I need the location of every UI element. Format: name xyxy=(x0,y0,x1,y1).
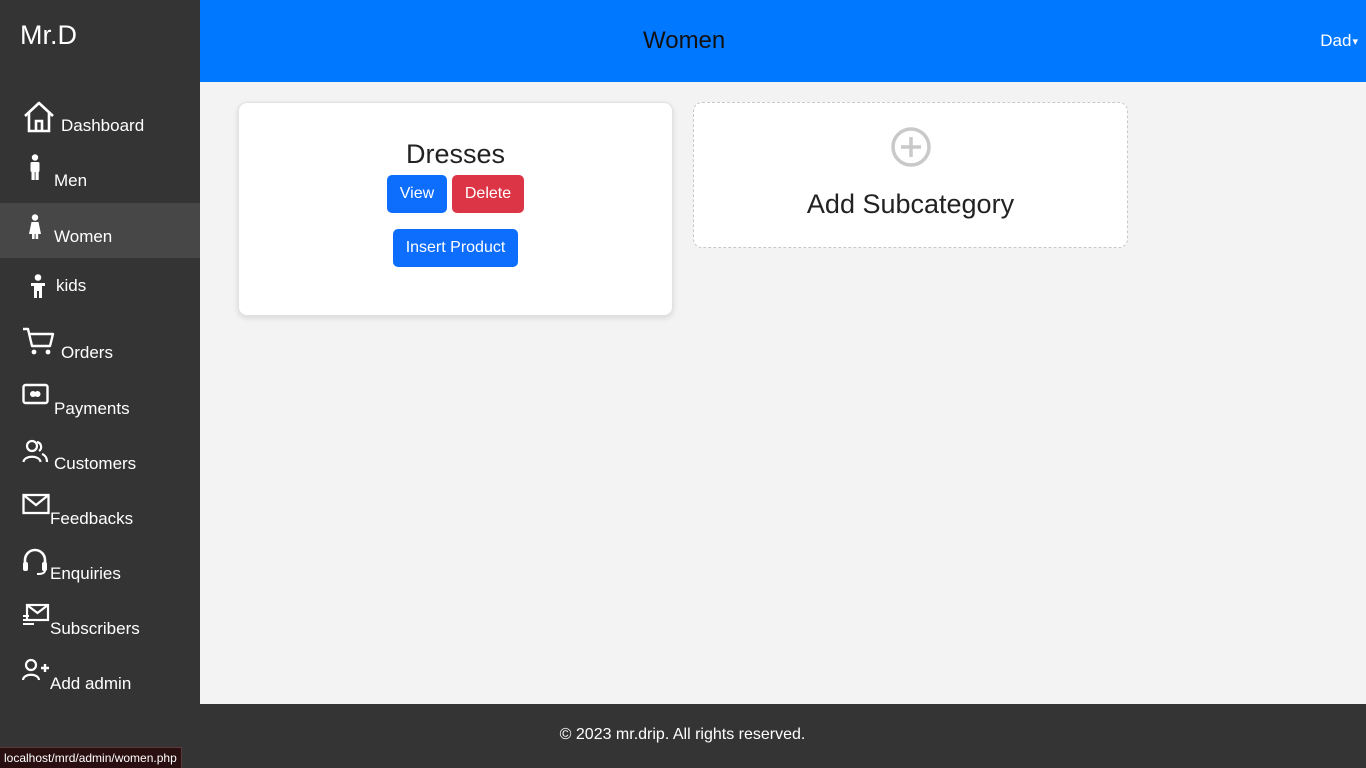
sidebar-item-label: Subscribers xyxy=(50,619,140,638)
cart-icon xyxy=(22,326,56,360)
sidebar-item-payments[interactable]: Payments xyxy=(0,381,200,436)
sidebar-item-men[interactable]: Men xyxy=(0,148,200,203)
sidebar-item-label: Add admin xyxy=(50,674,132,693)
sidebar-item-label: Orders xyxy=(61,343,113,362)
plus-circle-icon xyxy=(890,126,932,168)
view-button[interactable]: View xyxy=(387,175,447,213)
sidebar-item-label: Feedbacks xyxy=(50,509,134,528)
home-icon xyxy=(22,99,56,133)
sidebar-item-kids[interactable]: kids xyxy=(0,258,200,313)
insert-product-button[interactable]: Insert Product xyxy=(393,229,518,267)
caret-down-icon: ▾ xyxy=(1352,36,1358,48)
user-menu-dropdown[interactable]: Dad▾ xyxy=(1320,31,1358,51)
sidebar-item-label: kids xyxy=(56,276,87,295)
sidebar-item-subscribers[interactable]: Subscribers xyxy=(0,601,200,656)
page-title: Women xyxy=(643,27,726,54)
sidebar-item-label: Customers xyxy=(54,454,137,473)
sidebar-item-orders[interactable]: Orders xyxy=(0,313,200,381)
sidebar-item-feedbacks[interactable]: Feedbacks xyxy=(0,491,200,546)
add-subcategory-label: Add Subcategory xyxy=(806,189,1015,219)
sidebar-item-customers[interactable]: Customers xyxy=(0,436,200,491)
sidebar-item-label: Men xyxy=(54,171,88,190)
sidebar-item-add-admin[interactable]: Add admin xyxy=(0,656,200,711)
payment-icon xyxy=(22,383,56,417)
add-subcategory-card[interactable]: Add Subcategory xyxy=(693,102,1128,248)
sidebar-item-women[interactable]: Women xyxy=(0,203,200,258)
sidebar-item-enquiries[interactable]: Enquiries xyxy=(0,546,200,601)
user-name: Dad xyxy=(1320,31,1352,50)
sidebar: Mr.D Dashboard Men Women kids Orders Pay… xyxy=(0,0,200,768)
footer-copyright: © 2023 mr.drip. All rights reserved. xyxy=(559,726,806,743)
top-header: Women Dad▾ xyxy=(200,0,1366,82)
sidebar-item-label: Payments xyxy=(54,399,130,418)
footer: © 2023 mr.drip. All rights reserved. xyxy=(200,704,1366,768)
sidebar-item-label: Dashboard xyxy=(61,116,145,135)
brand-logo[interactable]: Mr.D xyxy=(20,20,77,51)
status-bar-url: localhost/mrd/admin/women.php xyxy=(0,747,182,768)
subcategory-title: Dresses xyxy=(405,139,506,169)
subcategory-card: Dresses View Delete Insert Product xyxy=(238,102,673,316)
sidebar-item-label: Enquiries xyxy=(50,564,121,583)
sidebar-item-label: Women xyxy=(54,227,113,246)
users-icon xyxy=(22,439,56,473)
delete-button[interactable]: Delete xyxy=(452,175,524,213)
sidebar-nav: Dashboard Men Women kids Orders Payments… xyxy=(0,93,200,711)
sidebar-item-dashboard[interactable]: Dashboard xyxy=(0,93,200,148)
